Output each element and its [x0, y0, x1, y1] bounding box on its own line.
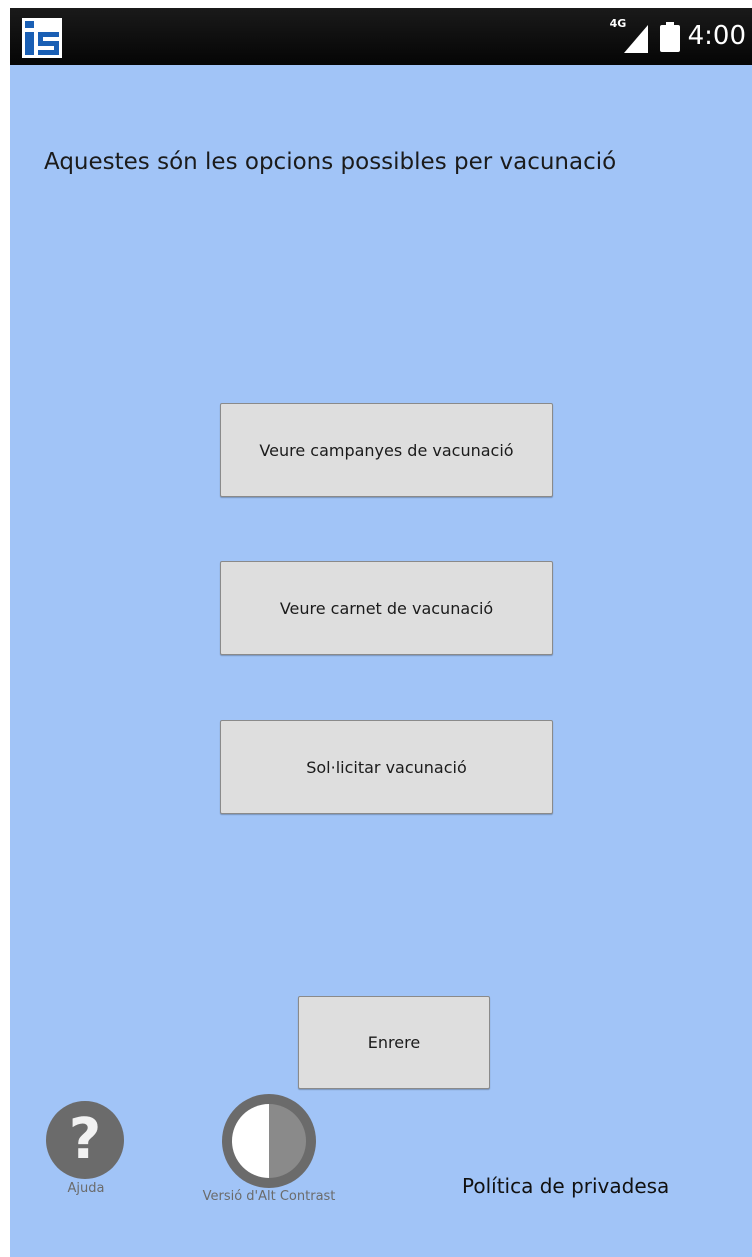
view-vaccination-card-button[interactable]: Veure carnet de vacunació — [220, 561, 553, 655]
clock: 4:00 — [687, 21, 746, 51]
battery-icon — [659, 21, 680, 52]
help-label: Ajuda — [67, 1181, 105, 1196]
help-button[interactable]: ? Ajuda — [46, 1101, 126, 1196]
privacy-policy-link[interactable]: Política de privadesa — [462, 1174, 669, 1198]
signal-icon: 4G — [610, 17, 652, 55]
vaccination-options-screen: Aquestes són les opcions possibles per v… — [10, 65, 752, 1257]
contrast-icon — [222, 1094, 316, 1188]
page-title: Aquestes són les opcions possibles per v… — [44, 149, 617, 175]
phone-frame: 4G 4:00 Aquestes són les opcions possibl… — [0, 0, 752, 1257]
view-campaigns-button[interactable]: Veure campanyes de vacunació — [220, 403, 553, 497]
is-logo-icon — [22, 18, 62, 58]
question-mark-icon: ? — [46, 1101, 124, 1179]
high-contrast-button[interactable]: Versió d'Alt Contrast — [174, 1091, 364, 1204]
back-button[interactable]: Enrere — [298, 996, 490, 1089]
high-contrast-label: Versió d'Alt Contrast — [202, 1189, 336, 1204]
request-vaccination-button[interactable]: Sol·licitar vacunació — [220, 720, 553, 814]
status-bar: 4G 4:00 — [10, 8, 752, 65]
